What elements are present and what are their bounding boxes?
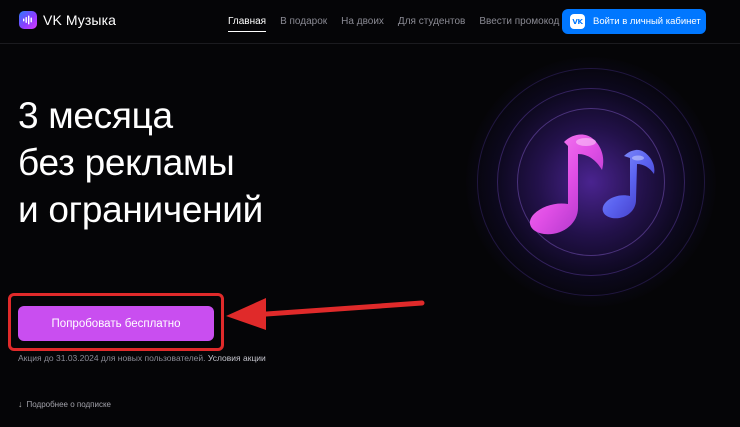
- vk-icon-text: VK: [572, 17, 583, 26]
- logo[interactable]: VK Музыка: [19, 11, 116, 29]
- promo-terms-link[interactable]: Условия акции: [208, 353, 266, 363]
- try-free-button[interactable]: Попробовать бесплатно: [18, 306, 214, 341]
- hero-title: 3 месяца без рекламы и ограничений: [18, 92, 358, 233]
- vk-icon: VK: [570, 14, 585, 29]
- site-header: VK Музыка Главная В подарок На двоих Для…: [0, 0, 740, 44]
- nav-item-students[interactable]: Для студентов: [398, 16, 465, 32]
- promo-note: Акция до 31.03.2024 для новых пользовате…: [18, 353, 266, 363]
- login-button[interactable]: VK Войти в личный кабинет: [562, 9, 706, 34]
- login-button-label: Войти в личный кабинет: [593, 16, 701, 27]
- nav-item-promo-code[interactable]: Ввести промокод: [479, 16, 559, 32]
- hero-title-line: 3 месяца: [18, 95, 173, 136]
- hero-title-line: без рекламы: [18, 142, 235, 183]
- vk-music-logo-icon: [19, 11, 37, 29]
- arrow-down-icon: ↓: [18, 399, 23, 409]
- main-nav: Главная В подарок На двоих Для студентов…: [228, 16, 559, 32]
- hero-title-line: и ограничений: [18, 189, 264, 230]
- nav-item-gift[interactable]: В подарок: [280, 16, 327, 32]
- red-arrow-pointer-icon: [226, 298, 425, 330]
- promo-text: Акция до 31.03.2024 для новых пользовате…: [18, 353, 206, 363]
- logo-text: VK Музыка: [43, 12, 116, 28]
- music-notes-icon: [529, 134, 655, 235]
- landing-page: VK Музыка Главная В подарок На двоих Для…: [0, 0, 740, 427]
- nav-item-for-two[interactable]: На двоих: [341, 16, 384, 32]
- more-about-subscription-link[interactable]: ↓ Подробнее о подписке: [18, 399, 112, 410]
- try-free-button-label: Попробовать бесплатно: [51, 317, 181, 330]
- more-about-subscription-label: Подробнее о подписке: [26, 400, 112, 409]
- nav-item-main[interactable]: Главная: [228, 16, 267, 32]
